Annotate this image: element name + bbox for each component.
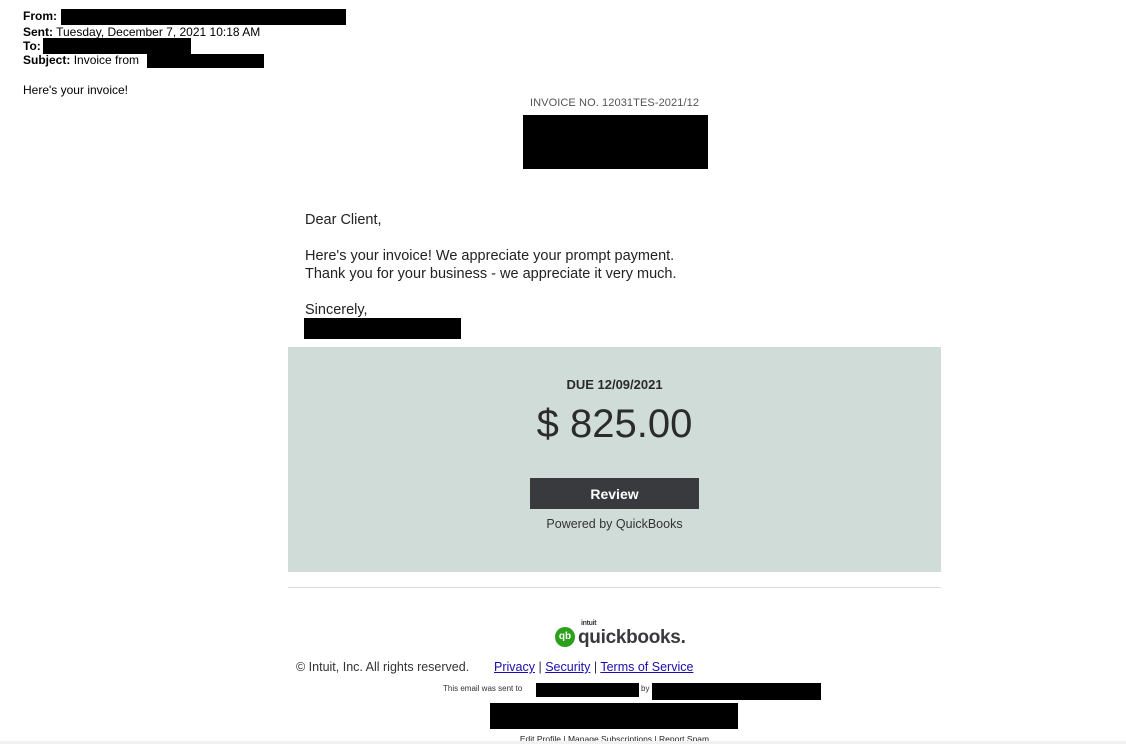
terms-link[interactable]: Terms of Service — [600, 660, 693, 674]
payment-panel: DUE 12/09/2021 $ 825.00 Review Powered b… — [288, 347, 941, 572]
privacy-link[interactable]: Privacy — [494, 660, 535, 674]
from-line: From: — [23, 10, 57, 23]
quickbooks-logo: qb intuit quickbooks. — [555, 620, 686, 649]
review-button[interactable]: Review — [530, 478, 699, 509]
copyright-text: © Intuit, Inc. All rights reserved. — [296, 660, 470, 674]
letter-closing: Sincerely, — [305, 302, 368, 318]
redacted-recipient — [43, 38, 191, 54]
redacted-company-logo — [523, 115, 708, 169]
from-label: From: — [23, 9, 57, 23]
email-view: From: Sent: Tuesday, December 7, 2021 10… — [0, 0, 1126, 744]
invoice-number: INVOICE NO. 12031TES-2021/12 — [529, 97, 700, 109]
sent-label: Sent: — [23, 25, 53, 39]
redacted-sender — [61, 9, 346, 25]
amount-due: $ 825.00 — [536, 402, 693, 446]
quickbooks-icon: qb — [555, 627, 575, 647]
redacted-signature — [304, 318, 461, 339]
due-date-label: DUE 12/09/2021 — [566, 377, 663, 392]
subject-line: Subject: Invoice from — [23, 54, 139, 67]
subject-value: Invoice from — [73, 53, 140, 67]
letter-body-line1: Here's your invoice! We appreciate your … — [305, 248, 675, 264]
sent-to-prefix: This email was sent to — [443, 684, 523, 693]
redacted-company-address — [490, 703, 738, 729]
quickbooks-wordmark-text: quickbooks. — [578, 627, 686, 648]
to-line: To: — [23, 40, 41, 53]
intro-text: Here's your invoice! — [23, 83, 128, 97]
subject-label: Subject: — [23, 53, 71, 67]
footer-divider — [288, 587, 941, 588]
sent-value: Tuesday, December 7, 2021 10:18 AM — [56, 25, 261, 39]
quickbooks-wordmark: intuit quickbooks. — [578, 620, 686, 649]
powered-by-text: Powered by QuickBooks — [546, 517, 683, 531]
to-label: To: — [23, 39, 41, 53]
letter-body-line2: Thank you for your business - we appreci… — [305, 266, 677, 282]
legal-links: Privacy | Security | Terms of Service — [494, 660, 693, 674]
security-link[interactable]: Security — [545, 660, 590, 674]
sent-to-by: by — [641, 684, 650, 693]
link-separator: | — [538, 660, 542, 674]
redacted-sender-company — [652, 683, 821, 700]
link-separator: | — [593, 660, 598, 674]
redacted-recipient-email — [536, 683, 639, 697]
intuit-wordmark: intuit — [581, 620, 597, 627]
letter-greeting: Dear Client, — [305, 212, 382, 228]
redacted-subject-company — [147, 54, 264, 68]
